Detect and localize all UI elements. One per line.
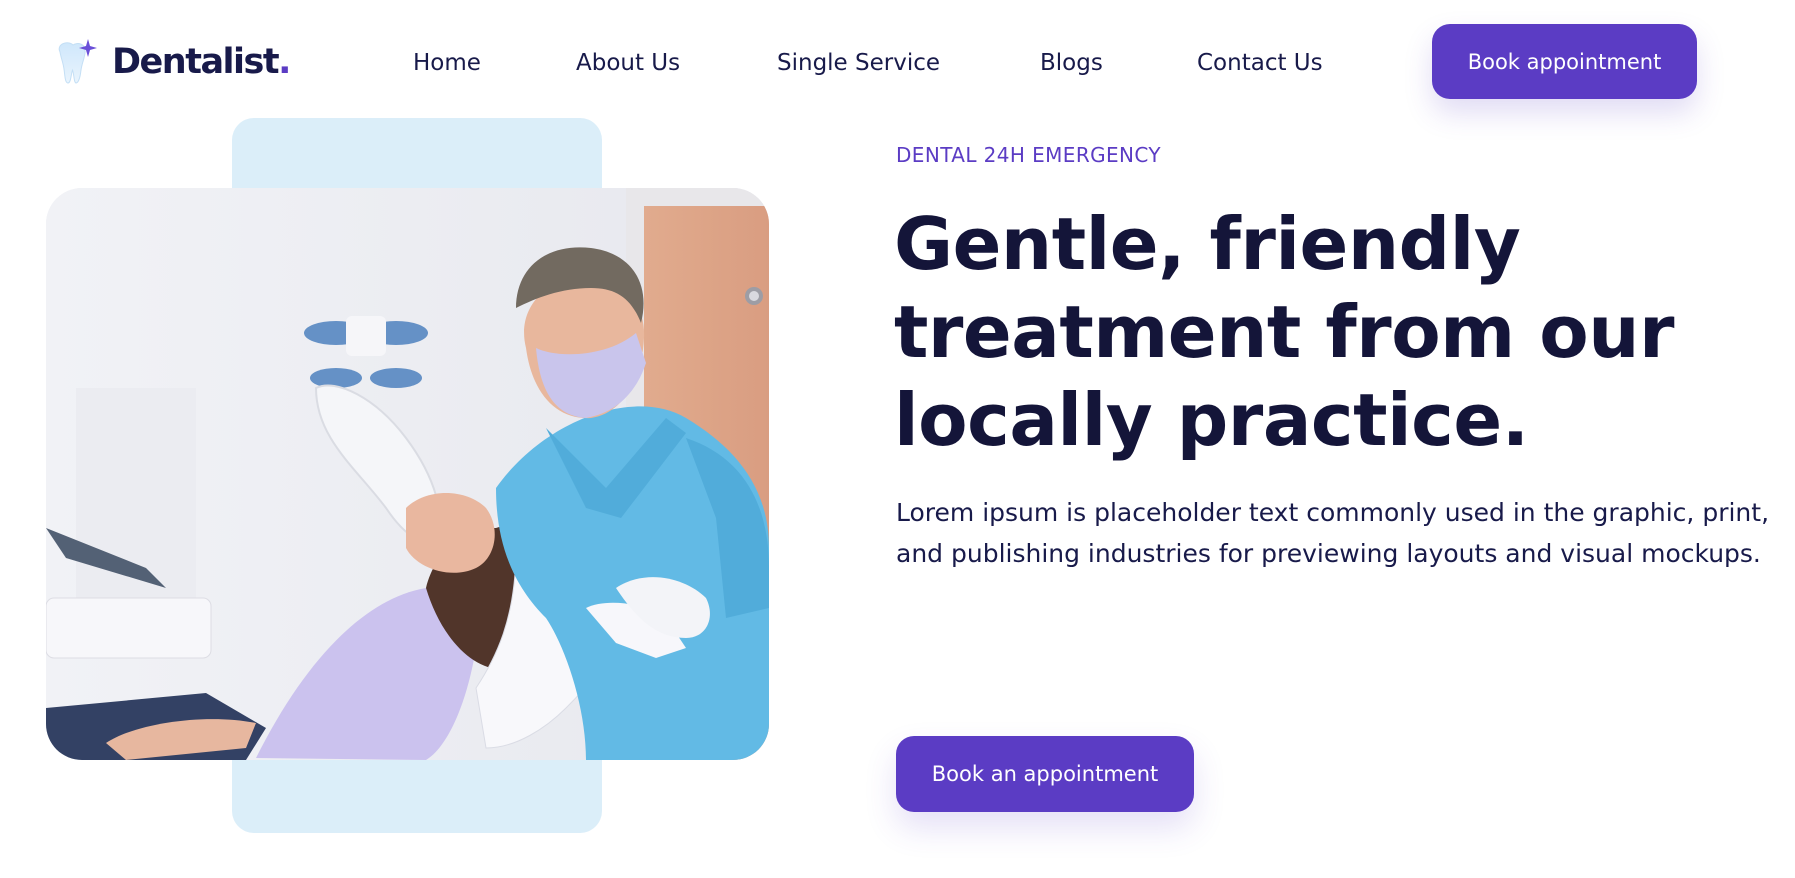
- dentist-treating-patient-photo-icon: [46, 188, 769, 760]
- book-appointment-button[interactable]: Book appointment: [1432, 24, 1697, 99]
- nav-link-single-service[interactable]: Single Service: [777, 50, 1040, 76]
- site-header: Dentalist. Home About Us Single Service …: [0, 0, 1795, 112]
- nav-link-blogs[interactable]: Blogs: [1040, 50, 1197, 76]
- main-nav: Home About Us Single Service Blogs Conta…: [413, 50, 1323, 76]
- tooth-sparkle-icon: [58, 39, 97, 84]
- nav-link-about-us[interactable]: About Us: [576, 50, 777, 76]
- nav-link-home[interactable]: Home: [413, 50, 576, 76]
- hero-image: [46, 188, 769, 760]
- hero-description: Lorem ipsum is placeholder text commonly…: [896, 498, 1770, 568]
- nav-link-contact-us[interactable]: Contact Us: [1197, 50, 1323, 76]
- hero-headline: Gentle, friendly treatment from our loca…: [894, 202, 1674, 462]
- brand-name: Dentalist.: [112, 41, 291, 82]
- brand-logo[interactable]: Dentalist.: [52, 36, 291, 88]
- hero-eyebrow: DENTAL 24H EMERGENCY: [896, 143, 1162, 167]
- book-an-appointment-button[interactable]: Book an appointment: [896, 736, 1194, 812]
